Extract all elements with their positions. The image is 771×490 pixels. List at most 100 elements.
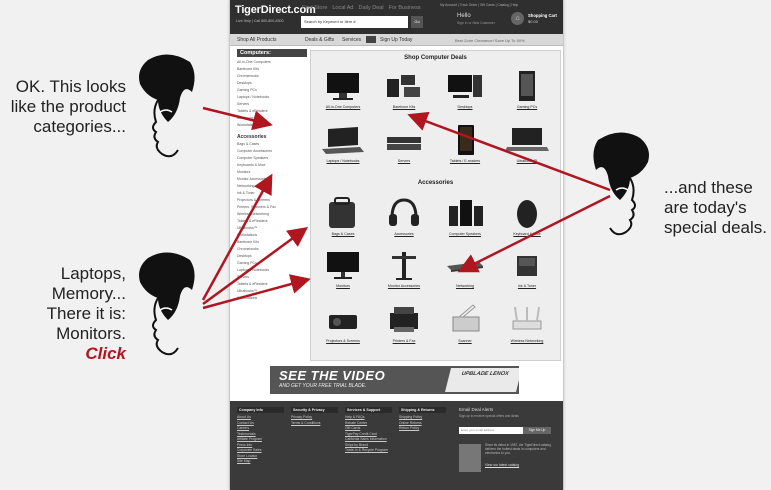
footer-link[interactable]: Site Map [237,459,284,465]
tile-label[interactable]: Computer Speakers [435,232,495,236]
tile-tablets[interactable]: Tablets / E-readers [435,123,495,163]
tile-label[interactable]: Monitors [313,284,373,288]
tile-label[interactable]: Accessories [374,232,434,236]
tile-ink-toner[interactable]: Ink & Toner [497,248,557,288]
tile-gaming-pcs[interactable]: Gaming PCs [497,69,557,109]
catalog-image[interactable] [459,444,481,472]
tile-label[interactable]: Bags & Cases [313,232,373,236]
footer-link[interactable]: Trade-In & Recycle Program [345,448,392,454]
sidebar-item[interactable]: All-in-One Computers [237,59,307,66]
sidebar-item[interactable]: Servers [237,101,307,108]
shopping-cart-icon[interactable]: ⌂ [511,12,524,25]
tile-printers-fax[interactable]: Printers & Fax [374,303,434,343]
sidebar-item[interactable]: Keyboards & Mice [237,162,307,169]
tile-label[interactable]: Laptops / Notebooks [313,159,373,163]
phone-help[interactable]: Live Help | Call 800-800-8300 [236,19,283,23]
sidebar-item[interactable]: Chromebooks [237,246,307,253]
search-go-button[interactable]: Go [411,16,423,28]
tile-label[interactable]: Printers & Fax [374,339,434,343]
monitor-arm-icon [392,252,416,280]
tile-label[interactable]: Wireless Networking [497,339,557,343]
catalog-link[interactable]: View our latest catalog [485,463,519,467]
sidebar-item[interactable]: Monitor Accessories [237,176,307,183]
footer-link[interactable]: California Sales Information [345,437,392,443]
tile-ultrabooks[interactable]: Ultrabooks™ [497,123,557,163]
tile-label[interactable]: Monitor Accessories [374,284,434,288]
tile-label[interactable]: Networking [435,284,495,288]
account-links[interactable]: My Account | Track Order | Gift Cards | … [440,3,518,7]
sidebar-item[interactable]: Computer Accessories [237,148,307,155]
sidebar-item[interactable]: Tablets & eReaders [237,108,307,115]
tile-label[interactable]: Keyboard & Mice [497,232,557,236]
sign-me-up-button[interactable]: Sign Me Up [523,427,551,434]
promo-banner[interactable]: SEE THE VIDEO AND GET YOUR FREE TRIAL BL… [270,366,519,394]
tile-label[interactable]: Desktops [435,105,495,109]
sidebar-item[interactable]: Ultrabooks™ [237,225,307,232]
sidebar-item[interactable]: Barebone Kits [237,66,307,73]
footer-link[interactable]: Terms & Conditions [291,421,338,427]
sidebar-item[interactable]: Tablets & eReaders [237,218,307,225]
tile-networking[interactable]: Networking [435,248,495,288]
sidebar-item[interactable]: Projectors & Screens [237,197,307,204]
tile-projectors[interactable]: Projectors & Screens [313,303,373,343]
tile-label[interactable]: Scanner [435,339,495,343]
sidebar-item[interactable]: Tablets & eReaders [237,281,307,288]
tile-label[interactable]: All-in-One Computers [313,105,373,109]
nav-sign-up[interactable]: Sign Up Today [380,37,412,43]
sidebar-item[interactable]: Gaming PCs [237,87,307,94]
sidebar-item[interactable]: Wireless Networking [237,211,307,218]
tile-laptops[interactable]: Laptops / Notebooks [313,123,373,163]
sidebar-item[interactable]: Workstations [237,122,307,129]
search-input[interactable]: Search by Keyword or Item # [301,16,408,28]
footer-link[interactable]: Return Policy [399,426,446,432]
tile-wireless-networking[interactable]: Wireless Networking [497,303,557,343]
sidebar-item[interactable]: Bags & Cases [237,141,307,148]
top-nav-daily-deal[interactable]: Daily Deal [358,5,383,11]
shopping-cart-label[interactable]: Shopping Cart [528,13,557,18]
tile-scanner[interactable]: Scanner [435,303,495,343]
nav-shop-all-products[interactable]: Shop All Products [237,37,276,43]
tile-barebone-kits[interactable]: Barebone Kits [374,69,434,109]
sidebar-item[interactable]: Ultrabooks™ [237,115,307,122]
sidebar-item[interactable]: Desktops [237,80,307,87]
tile-label[interactable]: Barebone Kits [374,105,434,109]
tile-label[interactable]: Ultrabooks™ [497,159,557,163]
top-nav-find-store[interactable]: Find Store [302,5,327,11]
sidebar-item[interactable]: Gaming PCs [237,260,307,267]
tile-label[interactable]: Projectors & Screens [313,339,373,343]
nav-promo[interactable]: Best Zone Clearance! Save Up To 90% [455,38,525,43]
top-nav-for-business[interactable]: For Business [389,5,421,11]
tile-monitor-accessories[interactable]: Monitor Accessories [374,248,434,288]
sidebar-item[interactable]: Barebone Kits [237,239,307,246]
sidebar-item[interactable]: Laptops / Notebooks [237,267,307,274]
sidebar-item[interactable]: Ultrabooks™ [237,288,307,295]
tile-accessories[interactable]: Accessories [374,196,434,236]
sidebar-item[interactable]: Computer Speakers [237,155,307,162]
sidebar-item[interactable]: Workstations [237,295,307,302]
tile-label[interactable]: Gaming PCs [497,105,557,109]
sign-in-link[interactable]: Sign In or New Customer [457,21,495,25]
tile-servers[interactable]: Servers [374,123,434,163]
sidebar-item[interactable]: Printers, Scanners & Fax [237,204,307,211]
sidebar-item[interactable]: Laptops / Notebooks [237,94,307,101]
nav-deals-gifts[interactable]: Deals & Gifts [305,37,334,43]
sidebar-item[interactable]: Monitors [237,169,307,176]
tile-keyboard-mice[interactable]: Keyboard & Mice [497,196,557,236]
tile-label[interactable]: Ink & Toner [497,284,557,288]
sidebar-item[interactable]: Ink & Toner [237,190,307,197]
sidebar-item[interactable]: Servers [237,274,307,281]
tile-desktops[interactable]: Desktops [435,69,495,109]
tile-computer-speakers[interactable]: Computer Speakers [435,196,495,236]
top-nav-local-ad[interactable]: Local Ad [332,5,353,11]
sidebar-item[interactable]: Chromebooks [237,73,307,80]
tile-bags-cases[interactable]: Bags & Cases [313,196,373,236]
nav-services[interactable]: Services [342,37,361,43]
tile-label[interactable]: Servers [374,159,434,163]
tile-all-in-one[interactable]: All-in-One Computers [313,69,373,109]
sidebar-item[interactable]: Workstations [237,232,307,239]
tile-label[interactable]: Tablets / E-readers [435,159,495,163]
email-input[interactable]: Enter your email address [459,427,523,434]
tile-monitors[interactable]: Monitors [313,248,373,288]
sidebar-item[interactable]: Desktops [237,253,307,260]
sidebar-item[interactable]: Networking [237,183,307,190]
